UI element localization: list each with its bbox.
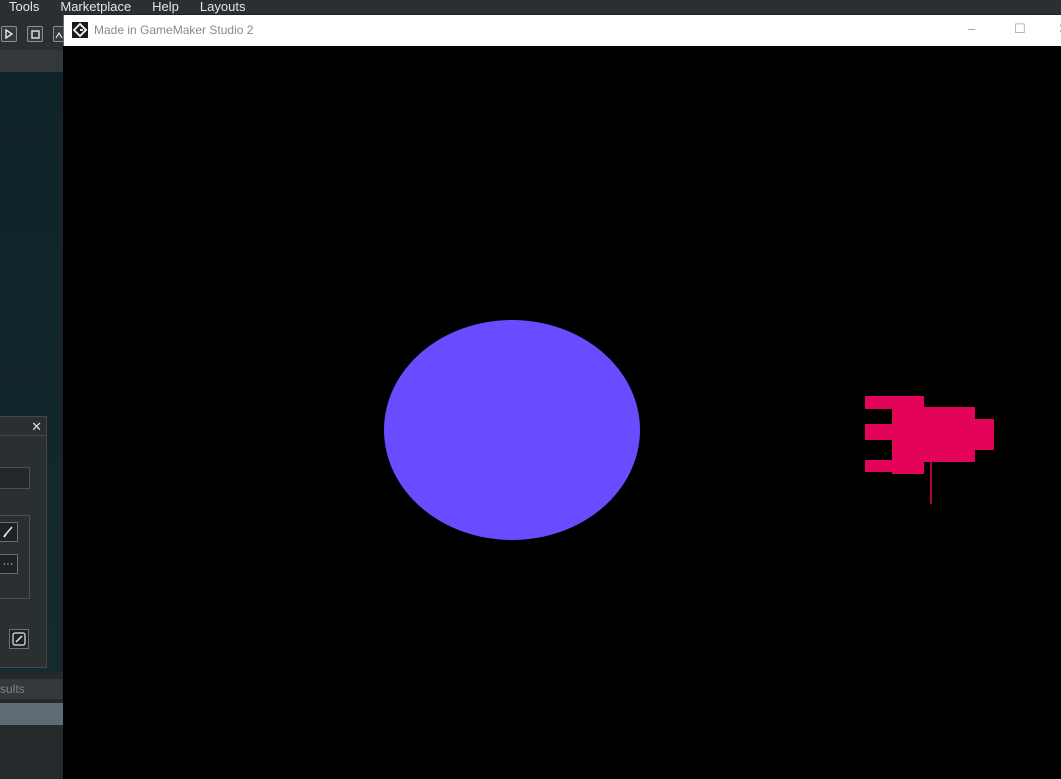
minimize-button[interactable]: –	[968, 21, 975, 36]
play-icon	[5, 29, 13, 39]
more-options-button[interactable]: ···	[0, 554, 18, 574]
ide-toolbar	[0, 14, 64, 50]
ide-properties-panel: ✕ ···	[0, 416, 47, 668]
stop-icon	[30, 29, 40, 39]
game-scene	[384, 320, 994, 540]
gamemaker-icon	[72, 22, 88, 38]
panel-input-field[interactable]	[0, 467, 30, 489]
panel-group: ···	[0, 515, 30, 599]
menu-layouts[interactable]: Layouts	[200, 0, 246, 14]
ship-antenna	[930, 462, 932, 504]
ide-menu-bar: Tools Marketplace Help Layouts	[0, 0, 1061, 14]
panel-close-icon[interactable]: ✕	[31, 419, 42, 435]
planet-sprite	[384, 320, 640, 540]
play-button[interactable]	[1, 26, 17, 42]
game-canvas[interactable]	[63, 46, 1061, 779]
game-window: Made in GameMaker Studio 2 – ☐ ✕	[63, 15, 1061, 779]
menu-marketplace[interactable]: Marketplace	[60, 0, 131, 14]
selected-result-row[interactable]	[0, 703, 64, 725]
search-results-tab[interactable]: sults	[0, 679, 62, 699]
menu-tools[interactable]: Tools	[9, 0, 39, 14]
panel-divider	[0, 435, 47, 436]
maximize-button[interactable]: ☐	[1014, 21, 1026, 37]
edit-image-button[interactable]	[9, 629, 29, 649]
stop-button[interactable]	[27, 26, 43, 42]
edit-image-icon	[12, 632, 26, 646]
brush-button[interactable]	[0, 522, 18, 542]
ide-tab-strip	[0, 50, 64, 72]
menu-help[interactable]: Help	[152, 0, 179, 14]
brush-icon	[3, 526, 13, 538]
clean-icon	[55, 31, 63, 39]
window-title: Made in GameMaker Studio 2	[94, 23, 254, 37]
game-window-titlebar[interactable]: Made in GameMaker Studio 2 – ☐ ✕	[63, 15, 1061, 46]
player-ship-sprite	[865, 396, 994, 474]
